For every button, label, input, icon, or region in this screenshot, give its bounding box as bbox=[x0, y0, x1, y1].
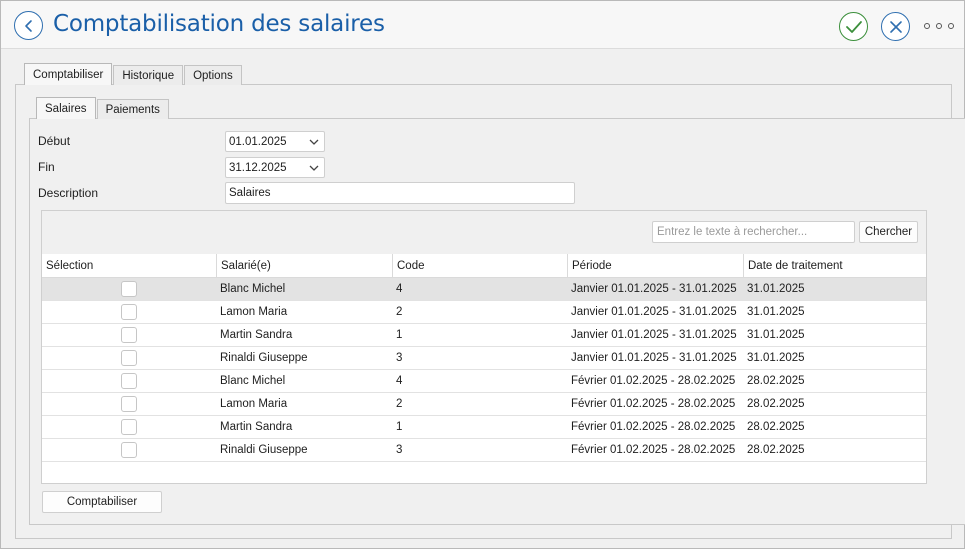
period-cell: Février 01.02.2025 - 28.02.2025 bbox=[571, 421, 736, 433]
column-header-selection[interactable]: Sélection bbox=[42, 254, 217, 277]
table-empty-area bbox=[42, 462, 926, 483]
date-cell: 28.02.2025 bbox=[747, 398, 805, 410]
period-cell: Janvier 01.01.2025 - 31.01.2025 bbox=[571, 306, 737, 318]
row-checkbox[interactable] bbox=[121, 281, 137, 297]
date-cell: 31.01.2025 bbox=[747, 306, 805, 318]
back-button[interactable] bbox=[14, 11, 43, 40]
code-cell: 3 bbox=[396, 444, 403, 456]
table-row[interactable]: Blanc Michel 4 Février 01.02.2025 - 28.0… bbox=[42, 370, 926, 393]
column-header-employee[interactable]: Salarié(e) bbox=[217, 254, 393, 277]
employee-cell: Martin Sandra bbox=[220, 421, 293, 433]
search-input[interactable]: Entrez le texte à rechercher... bbox=[652, 221, 855, 243]
selection-cell bbox=[42, 416, 217, 438]
employee-cell: Blanc Michel bbox=[220, 375, 286, 387]
row-checkbox[interactable] bbox=[121, 373, 137, 389]
selection-cell bbox=[42, 324, 217, 346]
sub-tabs: Salaires Paiements bbox=[36, 97, 170, 119]
row-checkbox[interactable] bbox=[121, 396, 137, 412]
chevron-left-icon bbox=[24, 19, 32, 32]
row-checkbox[interactable] bbox=[121, 304, 137, 320]
column-header-code[interactable]: Code bbox=[393, 254, 568, 277]
selection-cell bbox=[42, 393, 217, 415]
tab-paiements[interactable]: Paiements bbox=[96, 99, 169, 119]
period-cell: Février 01.02.2025 - 28.02.2025 bbox=[571, 398, 736, 410]
date-cell: 28.02.2025 bbox=[747, 375, 805, 387]
end-date-label: Fin bbox=[38, 160, 55, 174]
close-icon bbox=[889, 20, 902, 33]
more-icon bbox=[924, 23, 930, 29]
table-row[interactable]: Martin Sandra 1 Janvier 01.01.2025 - 31.… bbox=[42, 324, 926, 347]
code-cell: 4 bbox=[396, 283, 403, 295]
employee-cell: Lamon Maria bbox=[220, 306, 288, 318]
confirm-button[interactable] bbox=[839, 12, 868, 41]
employee-cell: Blanc Michel bbox=[220, 283, 286, 295]
code-cell: 3 bbox=[396, 352, 403, 364]
start-date-label: Début bbox=[38, 134, 71, 148]
row-checkbox[interactable] bbox=[121, 350, 137, 366]
more-icon bbox=[948, 23, 954, 29]
table-row[interactable]: Martin Sandra 1 Février 01.02.2025 - 28.… bbox=[42, 416, 926, 439]
date-cell: 31.01.2025 bbox=[747, 283, 805, 295]
more-options-button[interactable] bbox=[921, 16, 957, 36]
page-title: Comptabilisation des salaires bbox=[53, 11, 385, 37]
chevron-down-icon bbox=[304, 139, 324, 145]
post-button[interactable]: Comptabiliser bbox=[42, 491, 162, 513]
code-cell: 2 bbox=[396, 398, 403, 410]
date-cell: 28.02.2025 bbox=[747, 421, 805, 433]
description-label: Description bbox=[38, 186, 99, 200]
selection-cell bbox=[42, 278, 217, 300]
app-window: Comptabilisation des salaires Comptabili… bbox=[0, 0, 965, 549]
period-cell: Janvier 01.01.2025 - 31.01.2025 bbox=[571, 352, 737, 364]
column-header-processing-date[interactable]: Date de traitement bbox=[744, 254, 926, 277]
title-bar: Comptabilisation des salaires bbox=[1, 1, 964, 49]
period-cell: Février 01.02.2025 - 28.02.2025 bbox=[571, 444, 736, 456]
tab-options[interactable]: Options bbox=[184, 65, 242, 85]
start-date-value: 01.01.2025 bbox=[229, 135, 287, 148]
column-header-period[interactable]: Période bbox=[568, 254, 744, 277]
code-cell: 1 bbox=[396, 329, 403, 341]
code-cell: 1 bbox=[396, 421, 403, 433]
table-row[interactable]: Rinaldi Giuseppe 3 Février 01.02.2025 - … bbox=[42, 439, 926, 462]
selection-cell bbox=[42, 347, 217, 369]
tab-salaires[interactable]: Salaires bbox=[36, 97, 96, 119]
description-field[interactable]: Salaires bbox=[225, 182, 575, 204]
employee-cell: Rinaldi Giuseppe bbox=[220, 444, 308, 456]
main-tabs: Comptabiliser Historique Options bbox=[24, 63, 243, 85]
code-cell: 2 bbox=[396, 306, 403, 318]
selection-cell bbox=[42, 370, 217, 392]
date-cell: 31.01.2025 bbox=[747, 329, 805, 341]
employee-cell: Rinaldi Giuseppe bbox=[220, 352, 308, 364]
start-date-picker[interactable]: 01.01.2025 bbox=[225, 131, 325, 152]
table-row[interactable]: Blanc Michel 4 Janvier 01.01.2025 - 31.0… bbox=[42, 278, 926, 301]
date-cell: 31.01.2025 bbox=[747, 352, 805, 364]
cancel-button[interactable] bbox=[881, 12, 910, 41]
search-button[interactable]: Chercher bbox=[859, 221, 918, 243]
table-row[interactable]: Lamon Maria 2 Janvier 01.01.2025 - 31.01… bbox=[42, 301, 926, 324]
period-cell: Janvier 01.01.2025 - 31.01.2025 bbox=[571, 329, 737, 341]
end-date-value: 31.12.2025 bbox=[229, 161, 287, 174]
row-checkbox[interactable] bbox=[121, 327, 137, 343]
checkmark-icon bbox=[845, 20, 862, 33]
code-cell: 4 bbox=[396, 375, 403, 387]
selection-cell bbox=[42, 439, 217, 461]
selection-cell bbox=[42, 301, 217, 323]
tab-historique[interactable]: Historique bbox=[113, 65, 184, 85]
employee-cell: Lamon Maria bbox=[220, 398, 288, 410]
period-cell: Février 01.02.2025 - 28.02.2025 bbox=[571, 375, 736, 387]
more-icon bbox=[936, 23, 942, 29]
employee-cell: Martin Sandra bbox=[220, 329, 293, 341]
row-checkbox[interactable] bbox=[121, 419, 137, 435]
table-row[interactable]: Lamon Maria 2 Février 01.02.2025 - 28.02… bbox=[42, 393, 926, 416]
employee-table: Sélection Salarié(e) Code Période Date d… bbox=[42, 254, 926, 483]
period-cell: Janvier 01.01.2025 - 31.01.2025 bbox=[571, 283, 737, 295]
end-date-picker[interactable]: 31.12.2025 bbox=[225, 157, 325, 178]
tab-comptabiliser[interactable]: Comptabiliser bbox=[24, 63, 113, 85]
row-checkbox[interactable] bbox=[121, 442, 137, 458]
chevron-down-icon bbox=[304, 165, 324, 171]
table-row[interactable]: Rinaldi Giuseppe 3 Janvier 01.01.2025 - … bbox=[42, 347, 926, 370]
table-header: Sélection Salarié(e) Code Période Date d… bbox=[42, 254, 926, 278]
date-cell: 28.02.2025 bbox=[747, 444, 805, 456]
